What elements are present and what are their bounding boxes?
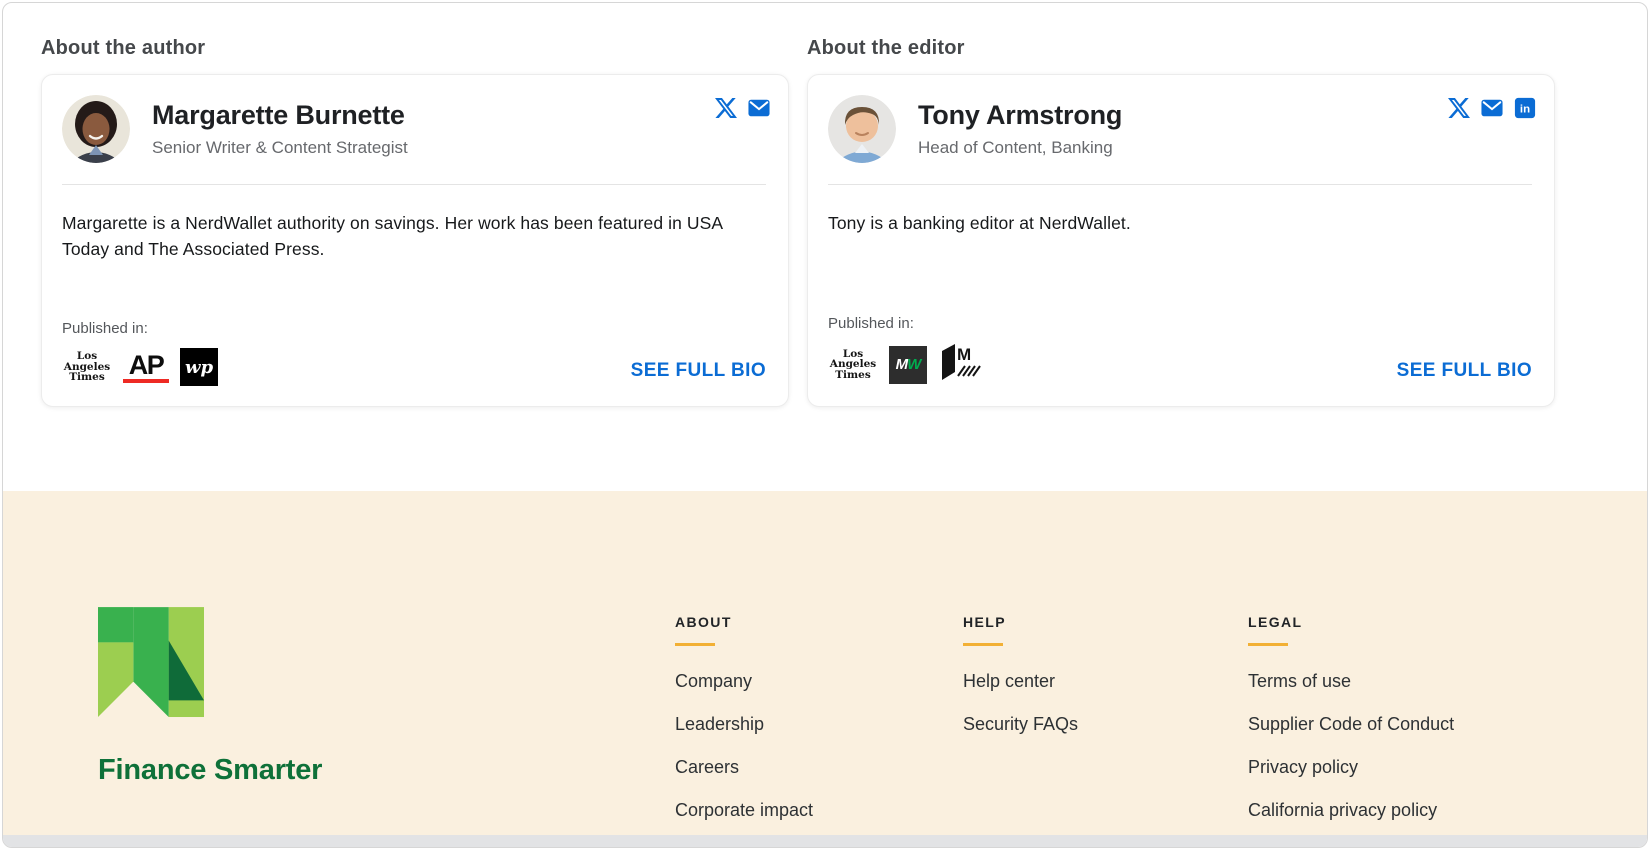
x-twitter-icon[interactable] <box>1448 97 1470 119</box>
la-times-logo-line: Times <box>828 370 878 381</box>
footer-link-california-privacy[interactable]: California privacy policy <box>1248 800 1437 820</box>
footer-link-leadership[interactable]: Leadership <box>675 714 764 734</box>
editor-section-title: About the editor <box>807 37 1555 60</box>
editor-publications: Published in: Los Angeles Times M W <box>828 315 986 386</box>
card-divider <box>62 184 766 185</box>
author-social-links <box>715 97 770 119</box>
footer-link-security-faqs[interactable]: Security FAQs <box>963 714 1078 734</box>
editor-section: About the editor <box>807 37 1555 407</box>
marketwatch-logo-w: W <box>907 356 920 373</box>
svg-text:in: in <box>1520 104 1530 116</box>
email-icon[interactable] <box>748 97 770 119</box>
wp-logo-text: wp <box>185 357 213 378</box>
editor-identity: Tony Armstrong Head of Content, Banking <box>918 100 1122 158</box>
page: About the author <box>2 2 1648 848</box>
marketwatch-logo: M W <box>889 346 927 384</box>
editor-social-links: in <box>1448 97 1536 119</box>
la-times-logo: Los Angeles Times <box>828 349 878 381</box>
site-footer: Finance Smarter ABOUT Company Leadership… <box>3 491 1647 837</box>
page-bottom-edge <box>3 835 1647 847</box>
author-identity: Margarette Burnette Senior Writer & Cont… <box>152 100 408 158</box>
footer-link-company[interactable]: Company <box>675 671 752 691</box>
associated-press-logo: AP <box>123 352 169 383</box>
brand-tagline: Finance Smarter <box>98 754 675 787</box>
ap-logo-text: AP <box>129 352 164 378</box>
author-avatar <box>62 95 130 163</box>
author-section-title: About the author <box>41 37 789 60</box>
footer-link-terms-of-use[interactable]: Terms of use <box>1248 671 1351 691</box>
footer-column-header: HELP <box>963 614 1248 630</box>
column-accent-underline <box>963 643 1003 646</box>
la-times-logo-line: Times <box>62 372 112 383</box>
editor-role: Head of Content, Banking <box>918 138 1122 158</box>
bio-section: About the author <box>3 3 1647 491</box>
editor-bio: Tony is a banking editor at NerdWallet. <box>828 211 1496 237</box>
nerdwallet-logo <box>98 607 675 728</box>
email-icon[interactable] <box>1481 97 1503 119</box>
author-publications: Published in: Los Angeles Times AP <box>62 320 218 386</box>
column-accent-underline <box>675 643 715 646</box>
published-in-label: Published in: <box>828 315 986 332</box>
x-twitter-icon[interactable] <box>715 97 737 119</box>
footer-brand: Finance Smarter <box>98 607 675 837</box>
editor-see-full-bio-link[interactable]: SEE FULL BIO <box>1397 360 1532 386</box>
footer-column-help: HELP Help center Security FAQs <box>963 607 1248 837</box>
author-see-full-bio-link[interactable]: SEE FULL BIO <box>631 360 766 386</box>
marketplace-logo: M <box>938 343 986 386</box>
footer-link-supplier-code[interactable]: Supplier Code of Conduct <box>1248 714 1454 734</box>
footer-link-careers[interactable]: Careers <box>675 757 739 777</box>
footer-link-corporate-impact[interactable]: Corporate impact <box>675 800 813 820</box>
washington-post-logo: wp <box>180 348 218 386</box>
la-times-logo: Los Angeles Times <box>62 351 112 383</box>
editor-avatar <box>828 95 896 163</box>
footer-column-header: ABOUT <box>675 614 963 630</box>
linkedin-icon[interactable]: in <box>1514 97 1536 119</box>
author-bio: Margarette is a NerdWallet authority on … <box>62 211 730 262</box>
footer-column-legal: LEGAL Terms of use Supplier Code of Cond… <box>1248 607 1588 837</box>
marketwatch-logo-m: M <box>896 356 908 373</box>
marketplace-logo-m: M <box>957 345 971 364</box>
ap-logo-red-bar <box>123 379 169 383</box>
footer-column-header: LEGAL <box>1248 614 1588 630</box>
footer-column-about: ABOUT Company Leadership Careers Corpora… <box>675 607 963 837</box>
author-name: Margarette Burnette <box>152 100 408 131</box>
footer-link-help-center[interactable]: Help center <box>963 671 1055 691</box>
footer-link-privacy-policy[interactable]: Privacy policy <box>1248 757 1358 777</box>
author-card: Margarette Burnette Senior Writer & Cont… <box>41 74 789 407</box>
column-accent-underline <box>1248 643 1288 646</box>
card-divider <box>828 184 1532 185</box>
editor-card: Tony Armstrong Head of Content, Banking … <box>807 74 1555 407</box>
editor-name: Tony Armstrong <box>918 100 1122 131</box>
author-role: Senior Writer & Content Strategist <box>152 138 408 158</box>
published-in-label: Published in: <box>62 320 218 337</box>
author-section: About the author <box>41 37 789 407</box>
